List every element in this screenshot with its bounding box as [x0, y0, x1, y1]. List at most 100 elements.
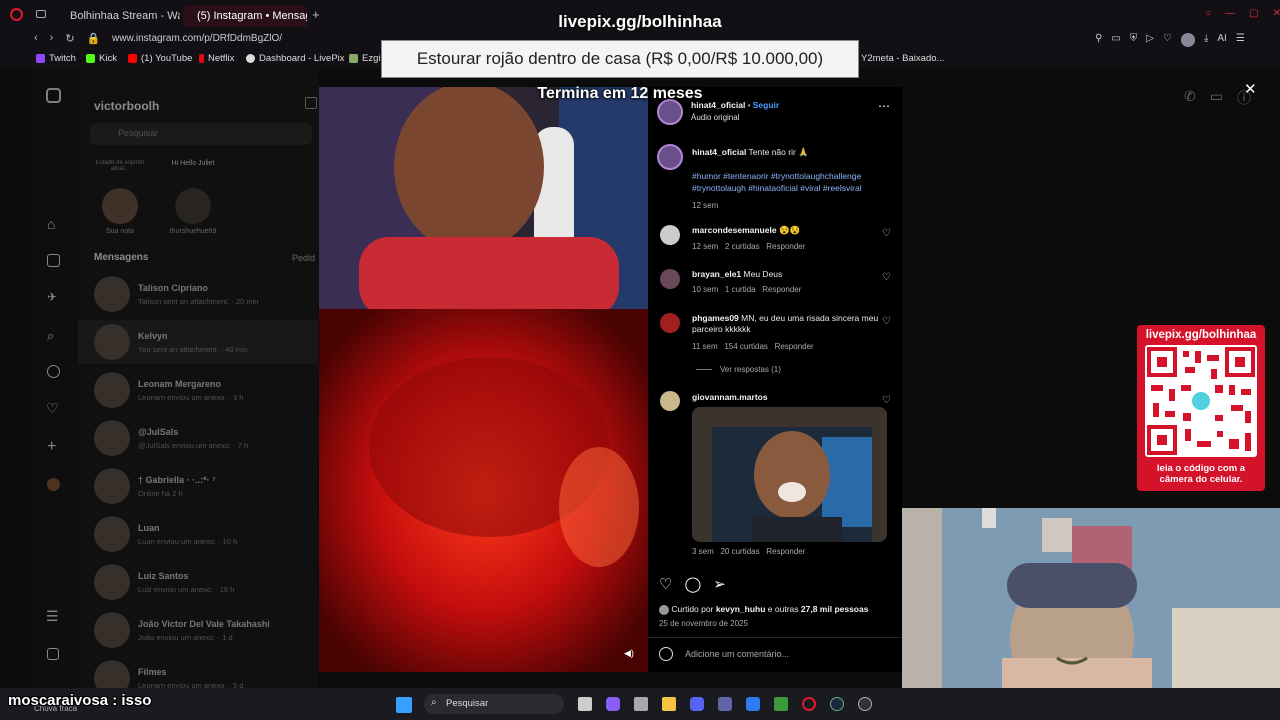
emoji-icon[interactable] — [659, 647, 673, 661]
opera-taskbar-icon[interactable] — [802, 697, 816, 711]
snapshot-icon[interactable]: ▭ — [1111, 33, 1120, 47]
more-menu-icon[interactable]: ☰ — [46, 608, 59, 625]
caption-username[interactable]: hinat4_oficial — [692, 147, 746, 157]
liked-by[interactable]: Curtido por kevyn_huhu e outras 27,8 mil… — [659, 604, 868, 615]
close-modal-icon[interactable]: ✕ — [1244, 80, 1257, 98]
comment-username[interactable]: brayan_ele1 — [692, 269, 741, 279]
comment-username[interactable]: phgames09 — [692, 313, 739, 323]
threads-icon[interactable] — [47, 648, 59, 660]
commenter-avatar[interactable] — [660, 225, 680, 245]
conversation-row[interactable]: Kelvyn You sent an attachment. · 40 min — [78, 320, 318, 364]
share-icon[interactable]: ➢ — [713, 575, 726, 593]
reply-button[interactable]: Responder — [775, 342, 814, 351]
taskbar-search[interactable]: ⌕ Pesquisar — [424, 694, 564, 714]
contact-name: João Victor Del Vale Takahashi — [138, 618, 270, 629]
reply-button[interactable]: Responder — [762, 285, 801, 294]
like-comment-icon[interactable]: ♡ — [882, 272, 892, 283]
reels-icon[interactable] — [47, 254, 60, 267]
comment-likes[interactable]: 20 curtidas — [720, 547, 759, 556]
caption-hashtags[interactable]: #humor #tentenaorir #trynottolaughchalle… — [692, 170, 892, 194]
url-field[interactable]: www.instagram.com/p/DRfDdmBgZlO/ — [112, 33, 282, 44]
comment-icon[interactable]: ◯ — [684, 575, 701, 593]
back-icon[interactable]: ‹ — [34, 32, 38, 45]
twitch-icon — [36, 54, 45, 63]
note-own[interactable]: Estado de espírito atual... Sua nota — [94, 160, 146, 235]
file-explorer-icon[interactable] — [662, 697, 676, 711]
start-button[interactable] — [396, 697, 412, 713]
pin-icon[interactable]: ⚲ — [1095, 33, 1102, 47]
comment-likes[interactable]: 1 curtida — [725, 285, 756, 294]
message-preview: Leonam enviou um anexo. · 3 h — [138, 392, 244, 402]
create-icon[interactable]: + — [47, 438, 56, 456]
gif-image[interactable] — [692, 407, 887, 542]
mute-icon[interactable]: ◀) — [624, 648, 636, 660]
comment-likes[interactable]: 154 curtidas — [724, 342, 768, 351]
livepix-icon — [246, 54, 255, 63]
reply-button[interactable]: Responder — [766, 242, 805, 251]
teams-icon[interactable] — [718, 697, 732, 711]
note-bubble: Hi Hello Juliet — [171, 160, 215, 167]
reel-video[interactable]: ◀) — [319, 87, 648, 672]
app-icon[interactable] — [746, 697, 760, 711]
comment-username[interactable]: marcondesemanuele — [692, 225, 777, 235]
comment-input[interactable]: Adicione um comentário... — [685, 649, 789, 659]
kick-icon — [86, 54, 95, 63]
heart-icon[interactable]: ♡ — [1163, 33, 1172, 47]
comment-likes[interactable]: 2 curtidas — [725, 242, 760, 251]
like-comment-icon[interactable]: ♡ — [882, 395, 892, 406]
bookmark-livepix[interactable]: Dashboard - LivePix — [246, 53, 345, 64]
comment-meta: 11 sem 154 curtidas Responder — [692, 341, 892, 352]
forward-icon[interactable]: › — [50, 32, 54, 45]
play-icon[interactable]: ▷ — [1146, 33, 1154, 47]
commenter-avatar[interactable] — [660, 269, 680, 289]
reply-button[interactable]: Responder — [766, 547, 805, 556]
bookmark-netflix[interactable]: Netflix — [199, 53, 234, 64]
note-friend[interactable]: Hi Hello Juliet thurshuehue69 — [158, 160, 228, 235]
bookmark-twitch[interactable]: Twitch — [36, 53, 76, 64]
reload-icon[interactable]: ↻ — [65, 32, 74, 45]
minecraft-icon[interactable] — [774, 697, 788, 711]
bookmark-youtube[interactable]: (1) YouTube — [128, 53, 192, 64]
messages-icon[interactable]: ✈ — [47, 290, 57, 304]
like-comment-icon[interactable]: ♡ — [882, 316, 892, 327]
search-input[interactable]: Pesquisar — [90, 123, 312, 145]
ai-button[interactable]: AI — [1217, 33, 1226, 47]
copilot-icon[interactable] — [606, 697, 620, 711]
commenter-avatar[interactable] — [660, 313, 680, 333]
shield-icon[interactable]: ⛨ — [1130, 33, 1138, 47]
requests-link[interactable]: Pedid — [292, 253, 315, 263]
bookmark-kick[interactable]: Kick — [86, 53, 117, 64]
profile-icon[interactable] — [47, 478, 60, 491]
view-replies-link[interactable]: Ver respostas (1) — [696, 365, 781, 374]
like-icon[interactable]: ♡ — [659, 575, 672, 593]
profile-avatar[interactable] — [1180, 33, 1195, 47]
home-icon[interactable]: ⌂ — [47, 216, 55, 232]
liked-by-user[interactable]: kevyn_huhu — [716, 604, 766, 614]
conversation-row[interactable]: Luan Luan enviou um anexo. · 10 h — [94, 512, 314, 556]
like-comment-icon[interactable]: ♡ — [882, 228, 892, 239]
conversation-row[interactable]: João Victor Del Vale Takahashi João envio… — [94, 608, 314, 652]
notifications-icon[interactable]: ♡ — [46, 400, 59, 417]
discord-icon[interactable] — [690, 697, 704, 711]
conversation-row[interactable]: Luiz Santos Luiz enviou um anexo. · 16 h — [94, 560, 314, 604]
obs-icon[interactable] — [858, 697, 872, 711]
streamer-link-overlay: livepix.gg/bolhinhaa — [558, 12, 722, 31]
steam-icon[interactable] — [830, 697, 844, 711]
store-icon[interactable] — [634, 697, 648, 711]
search-icon[interactable]: ⌕ — [47, 328, 54, 344]
task-view-icon[interactable] — [578, 697, 592, 711]
conversation-row[interactable]: @JulSals @JulSals enviou um anexo. · 7 h — [94, 416, 314, 460]
audio-label[interactable]: Áudio original — [691, 113, 779, 122]
download-icon[interactable]: ⤓ — [1204, 33, 1208, 47]
conversation-row[interactable]: Leonam Mergareno Leonam enviou um anexo. … — [94, 368, 314, 412]
explore-icon[interactable] — [47, 365, 60, 378]
comment-username[interactable]: giovannam.martos — [692, 392, 768, 402]
bookmark-y2meta[interactable]: Y2meta - Baixado... — [861, 53, 944, 64]
liked-by-count[interactable]: 27,8 mil pessoas — [801, 604, 869, 614]
menu-icon[interactable]: ☰ — [1236, 33, 1245, 47]
conversation-row[interactable]: Talison Cipriano Talison sent an attachme… — [94, 272, 314, 316]
conversation-row[interactable]: † Gabriella · ·..:*· ⁷ Online há 2 h — [94, 464, 314, 508]
bookmark-ezgi[interactable]: Ezgi — [349, 53, 380, 64]
caption-avatar[interactable] — [657, 144, 683, 170]
commenter-avatar[interactable] — [660, 391, 680, 411]
